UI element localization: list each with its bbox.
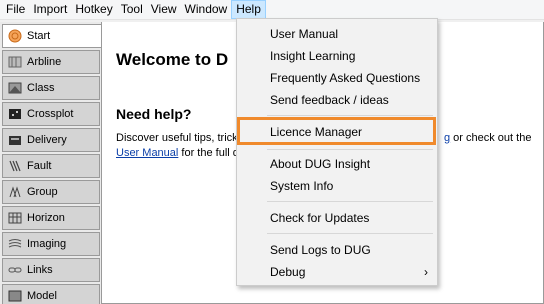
sidebar-tab-label: Start [27, 30, 51, 42]
sidebar-tab-start[interactable]: Start [2, 24, 102, 48]
menu-item-insight-learning[interactable]: Insight Learning [238, 46, 436, 66]
help-description-right: g or check out the [444, 131, 531, 146]
menu-item-user-manual[interactable]: User Manual [238, 24, 436, 44]
sidebar-tab-label: Group [27, 186, 58, 198]
menu-item-debug-label: Debug [270, 265, 306, 279]
help-description-line2-text: for the full d [178, 147, 239, 159]
sidebar-tab-label: Imaging [27, 238, 67, 250]
menu-item-debug[interactable]: Debug › [238, 262, 436, 282]
sidebar-tab-horizon[interactable]: Horizon [2, 206, 100, 230]
menu-view[interactable]: View [147, 0, 181, 19]
need-help-heading: Need help? [116, 106, 192, 122]
start-icon [7, 28, 23, 44]
menu-item-send-logs[interactable]: Send Logs to DUG [238, 240, 436, 260]
chevron-right-icon: › [424, 265, 428, 279]
menu-bar: File Import Hotkey Tool View Window Help [0, 0, 544, 20]
class-icon [7, 80, 23, 96]
menu-tool[interactable]: Tool [117, 0, 147, 19]
sidebar-tab-label: Class [27, 82, 55, 94]
menu-separator [267, 115, 433, 116]
menu-separator [267, 201, 433, 202]
sidebar-tab-delivery[interactable]: Delivery [2, 128, 100, 152]
menu-file[interactable]: File [2, 0, 29, 19]
help-description-tail: or check out the [450, 132, 532, 144]
sidebar-tab-group[interactable]: Group [2, 180, 100, 204]
sidebar-tab-imaging[interactable]: Imaging [2, 232, 100, 256]
sidebar-tab-label: Delivery [27, 134, 67, 146]
menu-help[interactable]: Help [231, 0, 266, 19]
help-description-line2: User Manual for the full d [116, 146, 239, 161]
imaging-icon [7, 236, 23, 252]
group-icon [7, 184, 23, 200]
sidebar: Start Arbline Class Crossplot Delivery F… [0, 22, 102, 304]
menu-separator [267, 149, 433, 150]
menu-separator [267, 233, 433, 234]
menu-item-system-info[interactable]: System Info [238, 176, 436, 196]
user-manual-link[interactable]: User Manual [116, 147, 178, 159]
menu-item-faq[interactable]: Frequently Asked Questions [238, 68, 436, 88]
links-icon [7, 262, 23, 278]
sidebar-tab-fault[interactable]: Fault [2, 154, 100, 178]
crossplot-icon [7, 106, 23, 122]
help-description-text: Discover useful tips, trick [116, 132, 238, 144]
menu-item-check-updates[interactable]: Check for Updates [238, 208, 436, 228]
horizon-icon [7, 210, 23, 226]
welcome-title: Welcome to D [116, 50, 229, 69]
sidebar-tab-links[interactable]: Links [2, 258, 100, 282]
sidebar-tab-model[interactable]: Model [2, 284, 100, 304]
arbline-icon [7, 54, 23, 70]
menu-import[interactable]: Import [29, 0, 71, 19]
menu-item-send-feedback[interactable]: Send feedback / ideas [238, 90, 436, 110]
menu-hotkey[interactable]: Hotkey [71, 0, 116, 19]
fault-icon [7, 158, 23, 174]
licence-manager-highlight [237, 117, 436, 145]
sidebar-tab-label: Fault [27, 160, 52, 172]
help-menu-dropdown: User Manual Insight Learning Frequently … [236, 18, 438, 286]
sidebar-tab-label: Arbline [27, 56, 62, 68]
menu-window[interactable]: Window [181, 0, 232, 19]
sidebar-tab-class[interactable]: Class [2, 76, 100, 100]
sidebar-tab-crossplot[interactable]: Crossplot [2, 102, 100, 126]
sidebar-tab-label: Links [27, 264, 53, 276]
sidebar-tab-label: Model [27, 290, 57, 302]
model-icon [7, 288, 23, 304]
menu-item-about[interactable]: About DUG Insight [238, 154, 436, 174]
sidebar-tab-label: Horizon [27, 212, 65, 224]
sidebar-tab-arbline[interactable]: Arbline [2, 50, 100, 74]
help-description: Discover useful tips, trick [116, 131, 238, 146]
sidebar-tab-label: Crossplot [27, 108, 74, 120]
delivery-icon [7, 132, 23, 148]
